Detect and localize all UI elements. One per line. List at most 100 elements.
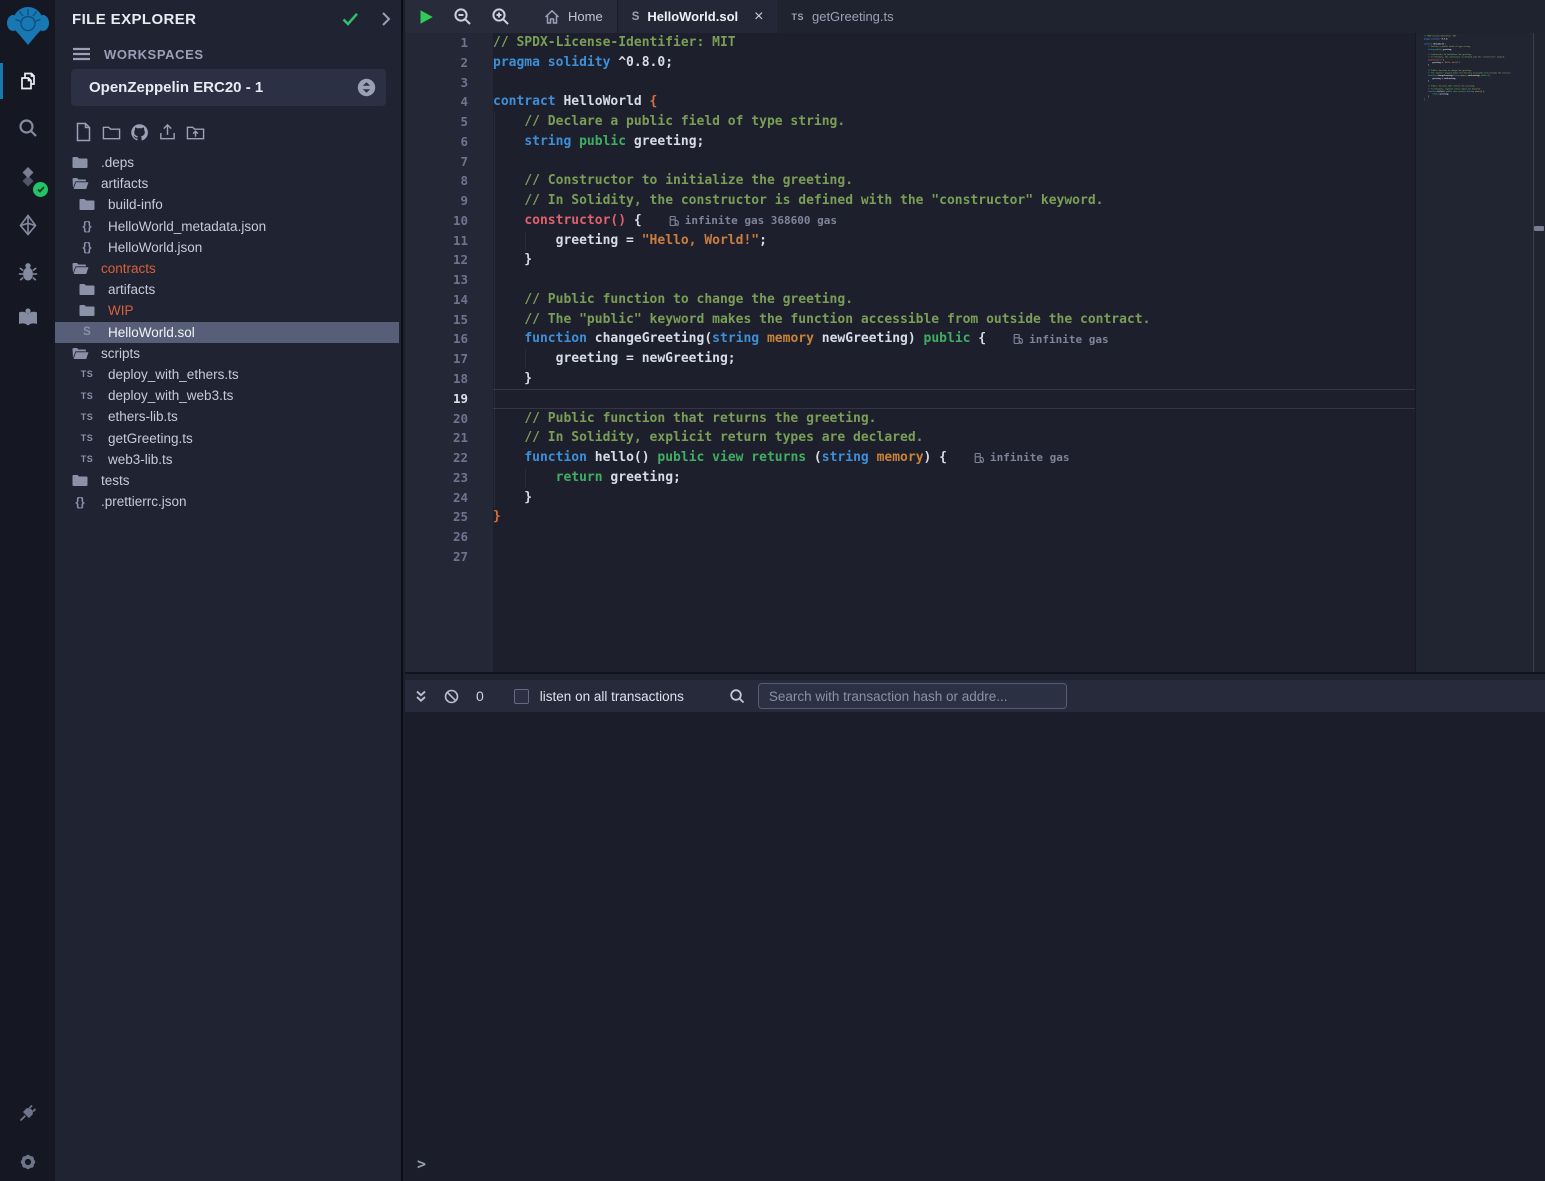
minimap[interactable]: // SPDX-License-Identifier: MITpragma so… xyxy=(1415,33,1533,672)
new-file-icon[interactable] xyxy=(74,121,93,143)
listen-transactions-checkbox[interactable] xyxy=(514,689,529,704)
line-number[interactable]: 2 xyxy=(405,53,493,73)
line-number[interactable]: 13 xyxy=(405,270,493,290)
tree-item-deploy-with-ethers-ts[interactable]: TSdeploy_with_ethers.ts xyxy=(55,364,399,385)
editor-scrollbar[interactable] xyxy=(1533,33,1545,672)
code-line-13[interactable]: 13 xyxy=(405,270,1415,290)
code-line-3[interactable]: 3 xyxy=(405,73,1415,93)
tree-item--prettierrc-json[interactable]: {}.prettierrc.json xyxy=(55,491,399,512)
line-number[interactable]: 6 xyxy=(405,132,493,152)
code-line-17[interactable]: 17 greeting = newGreeting; xyxy=(405,349,1415,369)
code-line-19[interactable]: 19 xyxy=(405,389,1415,409)
search-icon[interactable] xyxy=(0,105,55,151)
code-line-15[interactable]: 15 // The "public" keyword makes the fun… xyxy=(405,310,1415,330)
line-number[interactable]: 24 xyxy=(405,488,493,508)
debugger-icon[interactable] xyxy=(0,249,55,295)
tree-item-web3-lib-ts[interactable]: TSweb3-lib.ts xyxy=(55,449,399,470)
code-line-26[interactable]: 26 xyxy=(405,527,1415,547)
tree-item-build-info[interactable]: build-info xyxy=(55,194,399,215)
code-line-21[interactable]: 21 // In Solidity, explicit return types… xyxy=(405,428,1415,448)
code-line-16[interactable]: 16 function changeGreeting(string memory… xyxy=(405,329,1415,349)
tree-item-scripts[interactable]: scripts xyxy=(55,343,399,364)
code-line-12[interactable]: 12 } xyxy=(405,250,1415,270)
line-number[interactable]: 20 xyxy=(405,409,493,429)
workspace-select[interactable]: OpenZeppelin ERC20 - 1 xyxy=(71,69,386,106)
line-number[interactable]: 11 xyxy=(405,231,493,251)
code-line-18[interactable]: 18 } xyxy=(405,369,1415,389)
line-number[interactable]: 18 xyxy=(405,369,493,389)
line-number[interactable]: 25 xyxy=(405,507,493,527)
code-line-10[interactable]: 10 constructor() {infinite gas 368600 ga… xyxy=(405,211,1415,231)
tab-getgreeting-ts[interactable]: TSgetGreeting.ts xyxy=(777,0,907,33)
tree-item-helloworld-sol[interactable]: SHelloWorld.sol xyxy=(55,322,399,343)
code-editor[interactable]: 1// SPDX-License-Identifier: MIT2pragma … xyxy=(405,33,1545,672)
tree-item-artifacts[interactable]: artifacts xyxy=(55,173,399,194)
tree-item-tests[interactable]: tests xyxy=(55,470,399,491)
tree-item-contracts[interactable]: contracts xyxy=(55,258,399,279)
code-line-23[interactable]: 23 return greeting; xyxy=(405,468,1415,488)
learn-icon[interactable] xyxy=(0,294,55,340)
tree-item-ethers-lib-ts[interactable]: TSethers-lib.ts xyxy=(55,406,399,427)
deploy-run-icon[interactable] xyxy=(0,202,55,248)
file-explorer-icon[interactable] xyxy=(0,58,55,104)
tree-item--deps[interactable]: .deps xyxy=(55,152,399,173)
code-line-2[interactable]: 2pragma solidity ^0.8.0; xyxy=(405,53,1415,73)
line-number[interactable]: 15 xyxy=(405,310,493,330)
clone-github-icon[interactable] xyxy=(130,121,149,143)
line-number[interactable]: 3 xyxy=(405,73,493,93)
plugin-manager-icon[interactable] xyxy=(0,1090,55,1136)
code-line-11[interactable]: 11 greeting = "Hello, World!"; xyxy=(405,231,1415,251)
line-number[interactable]: 23 xyxy=(405,468,493,488)
terminal-collapse-icon[interactable] xyxy=(414,689,428,704)
line-number[interactable]: 17 xyxy=(405,349,493,369)
tab-helloworld-sol[interactable]: SHelloWorld.sol× xyxy=(617,0,778,33)
run-icon[interactable] xyxy=(419,9,434,25)
tab-home[interactable]: Home xyxy=(530,0,617,33)
line-number[interactable]: 7 xyxy=(405,152,493,172)
line-number[interactable]: 19 xyxy=(405,389,493,409)
code-line-5[interactable]: 5 // Declare a public field of type stri… xyxy=(405,112,1415,132)
code-line-4[interactable]: 4contract HelloWorld { xyxy=(405,92,1415,112)
line-number[interactable]: 5 xyxy=(405,112,493,132)
line-number[interactable]: 1 xyxy=(405,33,493,53)
code-line-6[interactable]: 6 string public greeting; xyxy=(405,132,1415,152)
chevron-right-icon[interactable] xyxy=(381,11,391,27)
tree-item-deploy-with-web3-ts[interactable]: TSdeploy_with_web3.ts xyxy=(55,385,399,406)
code-line-22[interactable]: 22 function hello() public view returns … xyxy=(405,448,1415,468)
code-line-25[interactable]: 25} xyxy=(405,507,1415,527)
line-number[interactable]: 12 xyxy=(405,250,493,270)
line-number[interactable]: 4 xyxy=(405,92,493,112)
scrollbar-thumb[interactable] xyxy=(1534,226,1544,231)
line-number[interactable]: 9 xyxy=(405,191,493,211)
line-number[interactable]: 10 xyxy=(405,211,493,231)
line-number[interactable]: 21 xyxy=(405,428,493,448)
zoom-in-icon[interactable] xyxy=(491,7,510,26)
transaction-search-input[interactable] xyxy=(758,683,1067,709)
check-icon[interactable] xyxy=(342,12,359,26)
code-line-1[interactable]: 1// SPDX-License-Identifier: MIT xyxy=(405,33,1415,53)
tree-item-getgreeting-ts[interactable]: TSgetGreeting.ts xyxy=(55,427,399,448)
code-line-8[interactable]: 8 // Constructor to initialize the greet… xyxy=(405,171,1415,191)
new-folder-icon[interactable] xyxy=(102,121,121,143)
zoom-out-icon[interactable] xyxy=(453,7,472,26)
line-number[interactable]: 14 xyxy=(405,290,493,310)
code-line-20[interactable]: 20 // Public function that returns the g… xyxy=(405,409,1415,429)
tree-item-artifacts[interactable]: artifacts xyxy=(55,279,399,300)
tree-item-helloworld-json[interactable]: {}HelloWorld.json xyxy=(55,237,399,258)
code-line-9[interactable]: 9 // In Solidity, the constructor is def… xyxy=(405,191,1415,211)
upload-file-icon[interactable] xyxy=(158,121,177,143)
tree-item-helloworld-metadata-json[interactable]: {}HelloWorld_metadata.json xyxy=(55,216,399,237)
code-line-14[interactable]: 14 // Public function to change the gree… xyxy=(405,290,1415,310)
line-number[interactable]: 16 xyxy=(405,329,493,349)
line-number[interactable]: 8 xyxy=(405,171,493,191)
terminal-clear-icon[interactable] xyxy=(444,689,459,704)
close-tab-icon[interactable]: × xyxy=(754,8,763,26)
settings-gear-icon[interactable] xyxy=(0,1139,55,1181)
line-number[interactable]: 22 xyxy=(405,448,493,468)
code-line-27[interactable]: 27 xyxy=(405,547,1415,567)
code-line-7[interactable]: 7 xyxy=(405,152,1415,172)
tree-item-wip[interactable]: WIP xyxy=(55,300,399,321)
code-line-24[interactable]: 24 } xyxy=(405,488,1415,508)
terminal-output[interactable]: > xyxy=(405,712,1545,1181)
solidity-compiler-icon[interactable] xyxy=(0,154,55,200)
